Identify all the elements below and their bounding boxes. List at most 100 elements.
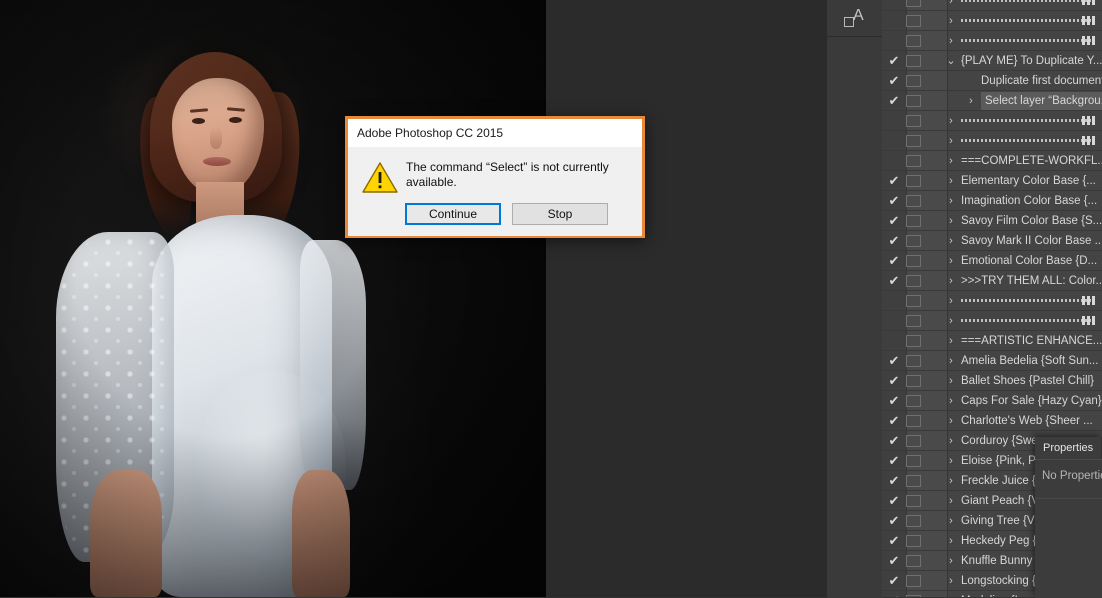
chevron-right-icon[interactable]: ›	[945, 593, 957, 597]
row-dialog-toggle-box[interactable]	[906, 395, 921, 407]
chevron-right-icon[interactable]: ›	[945, 273, 957, 289]
row-dialog-toggle-box[interactable]	[906, 355, 921, 367]
row-dialog-toggle-box[interactable]	[906, 315, 921, 327]
row-dialog-toggle-box[interactable]	[906, 135, 921, 147]
actions-row[interactable]: ✔ › Caps For Sale {Hazy Cyan}	[882, 391, 1102, 411]
chevron-right-icon[interactable]: ›	[945, 533, 957, 549]
panel-icon-dock[interactable]: A	[826, 0, 883, 598]
chevron-right-icon[interactable]: ›	[945, 0, 957, 9]
actions-row[interactable]: ›	[882, 31, 1102, 51]
chevron-right-icon[interactable]: ›	[945, 473, 957, 489]
chevron-right-icon[interactable]: ›	[945, 133, 957, 149]
chevron-right-icon[interactable]: ›	[945, 513, 957, 529]
chevron-right-icon[interactable]: ›	[945, 173, 957, 189]
chevron-right-icon[interactable]: ›	[945, 573, 957, 589]
row-checked-icon[interactable]: ✔	[885, 493, 903, 509]
chevron-right-icon[interactable]: ›	[965, 93, 977, 109]
actions-row[interactable]: ✔ › Select layer “Backgrou...	[882, 91, 1102, 111]
chevron-right-icon[interactable]: ›	[945, 493, 957, 509]
row-dialog-toggle-box[interactable]	[906, 255, 921, 267]
actions-row[interactable]: › ===COMPLETE-WORKFL...	[882, 151, 1102, 171]
actions-row[interactable]: ✔ › Savoy Film Color Base {S...	[882, 211, 1102, 231]
actions-row[interactable]: ✔ ⌄ {PLAY ME} To Duplicate Y...	[882, 51, 1102, 71]
row-unchecked-icon[interactable]	[885, 333, 903, 349]
alert-dialog[interactable]: Adobe Photoshop CC 2015 The command “Sel…	[345, 116, 645, 238]
row-dialog-toggle-box[interactable]	[906, 515, 921, 527]
row-unchecked-icon[interactable]	[885, 133, 903, 149]
row-checked-icon[interactable]: ✔	[885, 393, 903, 409]
row-dialog-toggle-box[interactable]	[906, 15, 921, 27]
row-dialog-toggle-box[interactable]	[906, 35, 921, 47]
character-paragraph-styles-button[interactable]: A	[827, 0, 883, 37]
actions-row[interactable]: ✔ › Amelia Bedelia {Soft Sun...	[882, 351, 1102, 371]
row-dialog-toggle-box[interactable]	[906, 495, 921, 507]
row-unchecked-icon[interactable]	[885, 313, 903, 329]
chevron-right-icon[interactable]: ›	[945, 293, 957, 309]
actions-row[interactable]: › ===ARTISTIC ENHANCE...	[882, 331, 1102, 351]
chevron-right-icon[interactable]: ›	[945, 113, 957, 129]
row-checked-icon[interactable]: ✔	[885, 93, 903, 109]
properties-panel[interactable]: Properties No Propertie	[1035, 437, 1102, 598]
row-checked-icon[interactable]: ✔	[885, 233, 903, 249]
chevron-right-icon[interactable]: ›	[945, 353, 957, 369]
row-dialog-toggle-box[interactable]	[906, 115, 921, 127]
row-dialog-toggle-box[interactable]	[906, 435, 921, 447]
row-dialog-toggle-box[interactable]	[906, 535, 921, 547]
document-canvas[interactable]	[0, 0, 546, 597]
row-dialog-toggle-box[interactable]	[906, 175, 921, 187]
actions-row[interactable]: ›	[882, 131, 1102, 151]
row-dialog-toggle-box[interactable]	[906, 375, 921, 387]
row-checked-icon[interactable]: ✔	[885, 593, 903, 597]
actions-row[interactable]: ✔ › >>>TRY THEM ALL: Color...	[882, 271, 1102, 291]
actions-row[interactable]: ›	[882, 311, 1102, 331]
chevron-down-icon[interactable]: ⌄	[945, 53, 957, 69]
row-checked-icon[interactable]: ✔	[885, 533, 903, 549]
actions-row[interactable]: ✔ › Emotional Color Base {D...	[882, 251, 1102, 271]
tab-properties[interactable]: Properties	[1035, 437, 1102, 459]
stop-button[interactable]: Stop	[512, 203, 608, 225]
row-dialog-toggle-box[interactable]	[906, 235, 921, 247]
chevron-right-icon[interactable]: ›	[945, 333, 957, 349]
row-checked-icon[interactable]: ✔	[885, 373, 903, 389]
row-dialog-toggle-box[interactable]	[906, 195, 921, 207]
row-dialog-toggle-box[interactable]	[906, 95, 921, 107]
actions-row[interactable]: ✔ › Elementary Color Base {...	[882, 171, 1102, 191]
row-checked-icon[interactable]: ✔	[885, 473, 903, 489]
row-unchecked-icon[interactable]	[885, 113, 903, 129]
chevron-right-icon[interactable]: ›	[945, 393, 957, 409]
row-checked-icon[interactable]: ✔	[885, 453, 903, 469]
row-checked-icon[interactable]: ✔	[885, 433, 903, 449]
chevron-right-icon[interactable]: ›	[945, 153, 957, 169]
row-dialog-toggle-box[interactable]	[906, 295, 921, 307]
chevron-right-icon[interactable]: ›	[945, 413, 957, 429]
row-checked-icon[interactable]: ✔	[885, 413, 903, 429]
row-dialog-toggle-box[interactable]	[906, 55, 921, 67]
chevron-right-icon[interactable]: ›	[945, 13, 957, 29]
row-unchecked-icon[interactable]	[885, 13, 903, 29]
chevron-right-icon[interactable]: ›	[945, 453, 957, 469]
row-dialog-toggle-box[interactable]	[906, 275, 921, 287]
row-checked-icon[interactable]: ✔	[885, 273, 903, 289]
chevron-right-icon[interactable]: ›	[945, 233, 957, 249]
actions-row[interactable]: ›	[882, 0, 1102, 11]
actions-row[interactable]: ›	[882, 111, 1102, 131]
row-dialog-toggle-box[interactable]	[906, 475, 921, 487]
row-checked-icon[interactable]: ✔	[885, 53, 903, 69]
row-dialog-toggle-box[interactable]	[906, 415, 921, 427]
row-unchecked-icon[interactable]	[885, 153, 903, 169]
chevron-right-icon[interactable]: ›	[945, 253, 957, 269]
row-checked-icon[interactable]: ✔	[885, 173, 903, 189]
actions-row[interactable]: ›	[882, 291, 1102, 311]
row-dialog-toggle-box[interactable]	[906, 575, 921, 587]
actions-row[interactable]: ✔ › Savoy Mark II Color Base ...	[882, 231, 1102, 251]
row-checked-icon[interactable]: ✔	[885, 213, 903, 229]
row-dialog-toggle-box[interactable]	[906, 455, 921, 467]
chevron-right-icon[interactable]: ›	[945, 213, 957, 229]
row-checked-icon[interactable]: ✔	[885, 553, 903, 569]
actions-row[interactable]: ✔ › Ballet Shoes {Pastel Chill}	[882, 371, 1102, 391]
chevron-right-icon[interactable]: ›	[945, 33, 957, 49]
row-dialog-toggle-box[interactable]	[906, 215, 921, 227]
row-checked-icon[interactable]: ✔	[885, 73, 903, 89]
row-dialog-toggle-box[interactable]	[906, 555, 921, 567]
row-checked-icon[interactable]: ✔	[885, 573, 903, 589]
